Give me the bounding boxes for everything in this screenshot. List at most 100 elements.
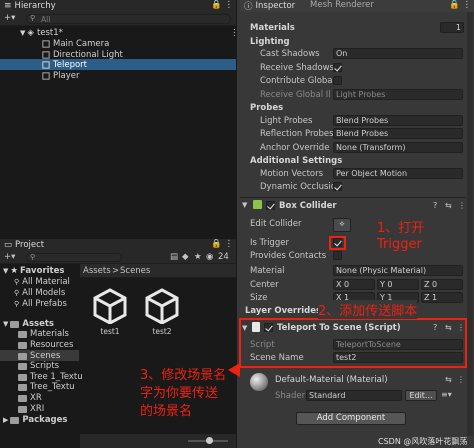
component-menu-icon[interactable]: ⋮	[457, 375, 465, 384]
additional-settings-section[interactable]: Additional Settings	[250, 156, 342, 166]
add-icon[interactable]: +▾	[4, 13, 15, 23]
breadcrumb: Assets > Scenes	[80, 264, 236, 278]
filter-icon[interactable]: ▤	[170, 252, 178, 262]
inspector-tab[interactable]: ⓘ Inspector Mesh Renderer 🔒 ⋮	[240, 0, 474, 12]
shader-dropdown[interactable]: Standard	[306, 390, 402, 401]
unity-logo-icon	[145, 288, 179, 325]
receive-gi-dropdown: Light Probes	[333, 89, 463, 100]
type-icon[interactable]: ◆	[182, 252, 189, 262]
asset-folder[interactable]: XRI	[18, 404, 44, 414]
asset-folder[interactable]: Materials	[18, 329, 69, 339]
expand-arrow-icon[interactable]: ▼	[242, 324, 247, 332]
probes-section[interactable]: Probes	[250, 103, 283, 113]
asset-folder[interactable]: Tree_Textu	[18, 382, 75, 392]
help-icon[interactable]: ?	[433, 323, 437, 332]
physic-material-field[interactable]: None (Physic Material)	[333, 265, 463, 276]
favorites-root[interactable]: ▼ ★ Favorites	[3, 266, 64, 276]
hierarchy-tab[interactable]: ≡ Hierarchy 🔒 ⋮	[0, 0, 236, 12]
hierarchy-search-input[interactable]: ⚲ All	[26, 14, 231, 24]
hierarchy-item-selected[interactable]: Teleport	[42, 59, 87, 70]
hierarchy-item[interactable]: Player	[42, 70, 79, 81]
edit-collider-button[interactable]: ⟡	[333, 218, 351, 232]
contribute-gi-checkbox[interactable]	[333, 76, 342, 85]
dynamic-occlusion-checkbox[interactable]	[333, 182, 342, 191]
hierarchy-item[interactable]: Main Camera	[42, 38, 109, 49]
preset-icon[interactable]: ⇆	[445, 323, 452, 332]
lock-icon[interactable]: 🔒	[211, 239, 222, 249]
default-material-title: Default-Material (Material)	[275, 375, 388, 385]
more-icon[interactable]: ⋮	[225, 239, 234, 249]
asset-folder-label: XR	[30, 393, 42, 403]
more-icon[interactable]: ⋮	[463, 0, 472, 10]
layer-overrides-section[interactable]: Layer Overrides	[245, 306, 321, 316]
reflection-probes-dropdown[interactable]: Blend Probes	[333, 128, 463, 139]
is-trigger-checkbox[interactable]	[333, 238, 342, 247]
breadcrumb-assets[interactable]: Assets	[83, 266, 111, 276]
materials-count[interactable]: 1	[440, 22, 464, 33]
asset-folder[interactable]: XR	[18, 393, 42, 403]
dropdown-value: Per Object Motion	[336, 169, 408, 178]
breadcrumb-scenes[interactable]: Scenes	[120, 266, 150, 276]
asset-folder[interactable]: Resources	[18, 340, 73, 350]
center-x-field[interactable]: X 0	[333, 279, 375, 290]
project-tab[interactable]: ▭ Project 🔒 ⋮	[0, 239, 236, 251]
size-z-field[interactable]: Z 1	[421, 292, 463, 303]
gameobject-icon	[42, 50, 50, 59]
component-menu-icon[interactable]: ⋮	[458, 201, 466, 210]
asset-folder[interactable]: Scripts	[18, 361, 59, 371]
project-search-input[interactable]: ⚲	[26, 253, 122, 262]
expand-arrow-icon[interactable]: ▼	[242, 201, 247, 209]
search-icon: ⚲	[30, 253, 36, 261]
packages-root[interactable]: ▶ Packages	[3, 415, 67, 425]
center-y-field[interactable]: Y 0	[377, 279, 419, 290]
preset-icon[interactable]: ⇆	[445, 201, 452, 210]
search-icon: ⚲	[14, 278, 20, 286]
center-z-field[interactable]: Z 0	[421, 279, 463, 290]
assets-root[interactable]: ▼ Assets	[3, 319, 54, 329]
folder-icon	[10, 416, 20, 424]
component-menu-icon[interactable]: ⋮	[457, 323, 465, 332]
light-probes-dropdown[interactable]: Blend Probes	[333, 115, 463, 126]
script-enabled-checkbox[interactable]	[264, 323, 273, 332]
eye-icon[interactable]: ◉	[206, 252, 213, 262]
scene-name-input[interactable]: test2	[333, 352, 463, 363]
asset-folder-selected[interactable]: Scenes	[18, 351, 60, 361]
search-icon: ⚲	[14, 300, 20, 308]
shader-list-icon[interactable]: ≡▾	[441, 390, 452, 399]
anchor-override-field[interactable]: None (Transform)	[333, 142, 463, 153]
asset-folder[interactable]: Tree 1_Textu	[18, 372, 83, 382]
cast-shadows-dropdown[interactable]: On	[333, 48, 463, 59]
more-icon[interactable]: ⋮	[225, 0, 234, 10]
add-component-button[interactable]: Add Component	[296, 412, 406, 425]
scene-asset-test1[interactable]: test1	[91, 288, 129, 336]
lock-icon[interactable]: 🔒	[449, 0, 460, 10]
inspector-tab-label: Inspector	[255, 1, 296, 11]
help-icon[interactable]: ?	[433, 201, 437, 210]
provides-contacts-checkbox[interactable]	[333, 251, 342, 260]
favorite-item[interactable]: ⚲ All Models	[14, 288, 65, 298]
box-collider-enabled-checkbox[interactable]	[266, 201, 275, 210]
lighting-section[interactable]: Lighting	[250, 37, 290, 47]
scene-root[interactable]: ▼ ◈ test1* ⋮	[20, 27, 239, 38]
edit-shader-button[interactable]: Edit...	[405, 390, 437, 401]
materials-section[interactable]: Materials	[250, 23, 295, 33]
gameobject-icon	[42, 39, 50, 48]
favorite-item[interactable]: ⚲ All Material	[14, 277, 70, 287]
star-icon[interactable]: ★	[194, 252, 202, 262]
contribute-gi-label: Contribute Global	[260, 75, 335, 86]
favorite-item[interactable]: ⚲ All Prefabs	[14, 299, 67, 309]
lock-icon[interactable]: 🔒	[211, 0, 222, 10]
expand-arrow-icon: ▼	[20, 28, 26, 37]
center-label: Center	[250, 279, 279, 290]
divider	[240, 197, 466, 198]
favorites-label: Favorites	[20, 266, 65, 276]
receive-shadows-checkbox[interactable]	[333, 63, 342, 72]
asset-folder-label: Materials	[30, 329, 69, 339]
watermark: CSDN @风吹落叶花飘荡	[378, 437, 468, 446]
preset-icon[interactable]: ⇆	[445, 375, 452, 384]
add-icon[interactable]: +▾	[4, 252, 15, 262]
scene-asset-test2[interactable]: test2	[143, 288, 181, 336]
folder-icon: ▭	[4, 240, 13, 250]
motion-vectors-dropdown[interactable]: Per Object Motion	[333, 168, 463, 179]
icon-size-slider-thumb[interactable]	[206, 437, 213, 444]
